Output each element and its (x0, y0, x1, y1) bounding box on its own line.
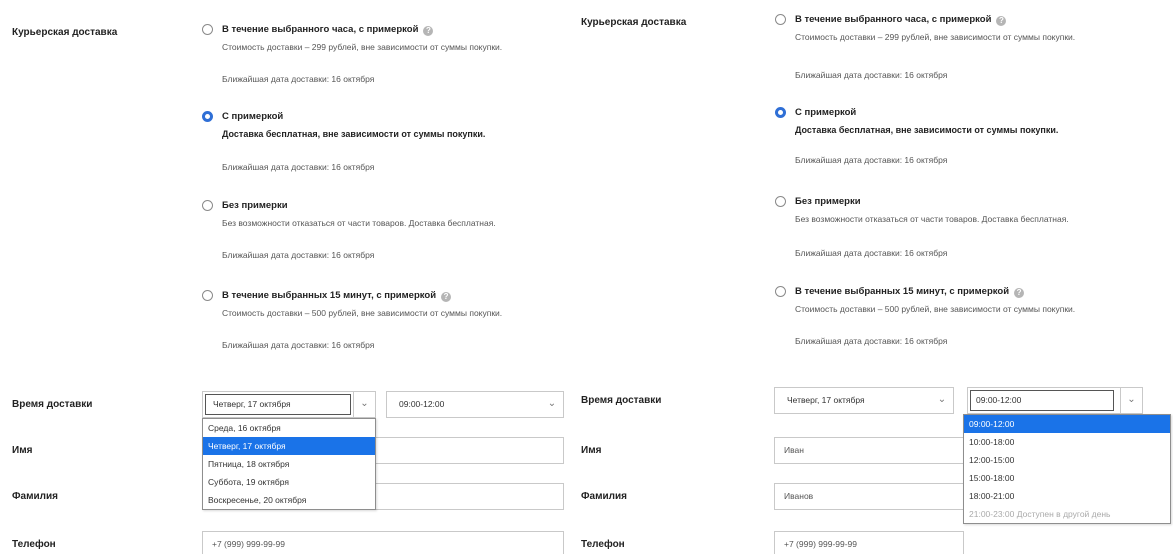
delivery-option[interactable]: С примеркой Доставка бесплатная, вне зав… (775, 107, 1125, 177)
dropdown-option-selected[interactable]: Четверг, 17 октября (203, 437, 375, 455)
surname-field[interactable]: Иванов (774, 483, 964, 510)
info-circle-icon[interactable]: ? (441, 292, 452, 302)
option-title: В течение выбранных 15 минут, с примерко… (222, 290, 437, 301)
delivery-time-label: Время доставки (581, 395, 662, 406)
radio-button[interactable] (775, 196, 786, 207)
name-label: Имя (12, 445, 33, 456)
option-title: С примеркой (795, 107, 857, 118)
option-description: Стоимость доставки – 299 рублей, вне зав… (222, 42, 503, 52)
delivery-option[interactable]: В течение выбранных 15 минут, с примерко… (775, 286, 1125, 356)
surname-label: Фамилия (581, 491, 627, 502)
time-dropdown-list: 09:00-12:00 10:00-18:00 12:00-15:00 15:0… (963, 414, 1171, 524)
select-value: Четверг, 17 октября (787, 395, 865, 405)
dropdown-option[interactable]: Суббота, 19 октября (203, 473, 375, 491)
option-nearest-date: Ближайшая дата доставки: 16 октября (795, 248, 948, 258)
delivery-option[interactable]: С примеркой Доставка бесплатная, вне зав… (202, 111, 552, 181)
dropdown-option[interactable]: 18:00-21:00 (964, 487, 1170, 505)
option-nearest-date: Ближайшая дата доставки: 16 октября (222, 340, 375, 350)
dropdown-option[interactable]: 10:00-18:00 (964, 433, 1170, 451)
radio-button[interactable] (775, 286, 786, 297)
name-field[interactable]: Иван (774, 437, 964, 464)
courier-delivery-label: Курьерская доставка (581, 17, 687, 28)
radio-button-checked[interactable] (775, 107, 786, 118)
info-circle-icon[interactable]: ? (423, 26, 434, 36)
radio-button[interactable] (202, 24, 213, 35)
option-title: В течение выбранных 15 минут, с примерко… (795, 286, 1010, 297)
select-value: Четверг, 17 октября (213, 399, 291, 409)
option-title: В течение выбранного часа, с примеркой (222, 24, 419, 35)
option-title: Без примерки (795, 196, 861, 207)
delivery-option[interactable]: В течение выбранного часа, с примеркой? … (202, 24, 552, 96)
radio-button-checked[interactable] (202, 111, 213, 122)
option-title: В течение выбранного часа, с примеркой (795, 14, 992, 25)
chevron-down-icon[interactable]: ⌄ (353, 392, 375, 417)
dropdown-option[interactable]: 12:00-15:00 (964, 451, 1170, 469)
select-value: 09:00-12:00 (976, 395, 1022, 405)
phone-field[interactable]: +7 (999) 999-99-99 (202, 531, 564, 554)
option-nearest-date: Ближайшая дата доставки: 16 октября (795, 70, 948, 80)
surname-label: Фамилия (12, 491, 58, 502)
option-nearest-date: Ближайшая дата доставки: 16 октября (795, 155, 948, 165)
option-nearest-date: Ближайшая дата доставки: 16 октября (795, 336, 948, 346)
phone-label: Телефон (581, 539, 625, 550)
phone-value: +7 (999) 999-99-99 (784, 539, 858, 549)
option-nearest-date: Ближайшая дата доставки: 16 октября (222, 162, 375, 172)
option-description: Стоимость доставки – 299 рублей, вне зав… (795, 32, 1076, 42)
option-description: Без возможности отказаться от части това… (795, 214, 1069, 224)
delivery-option[interactable]: В течение выбранного часа, с примеркой? … (775, 14, 1125, 86)
phone-label: Телефон (12, 539, 56, 550)
option-title: Без примерки (222, 200, 288, 211)
delivery-time-select[interactable]: 09:00-12:00 ⌄ (386, 391, 564, 418)
delivery-date-select[interactable]: Четверг, 17 октября ⌄ (774, 387, 954, 414)
radio-button[interactable] (775, 14, 786, 25)
option-title: С примеркой (222, 111, 284, 122)
name-label: Имя (581, 445, 602, 456)
delivery-time-label: Время доставки (12, 399, 93, 410)
phone-field[interactable]: +7 (999) 999-99-99 (774, 531, 964, 554)
chevron-down-icon[interactable]: ⌄ (1120, 388, 1142, 413)
radio-button[interactable] (202, 290, 213, 301)
dropdown-option[interactable]: Пятница, 18 октября (203, 455, 375, 473)
delivery-option[interactable]: Без примерки Без возможности отказаться … (775, 196, 1125, 266)
option-description: Стоимость доставки – 500 рублей, вне зав… (222, 308, 503, 318)
radio-button[interactable] (202, 200, 213, 211)
courier-delivery-label: Курьерская доставка (12, 27, 118, 38)
info-circle-icon[interactable]: ? (1014, 288, 1025, 298)
dropdown-option[interactable]: Воскресенье, 20 октября (203, 491, 375, 509)
delivery-form-left: Курьерская доставка В течение выбранного… (0, 0, 586, 554)
delivery-time-select[interactable]: 09:00-12:00 ⌄ (967, 387, 1143, 414)
option-description: Доставка бесплатная, вне зависимости от … (795, 125, 1059, 135)
option-description: Доставка бесплатная, вне зависимости от … (222, 129, 486, 139)
dropdown-option-selected[interactable]: 09:00-12:00 (964, 415, 1170, 433)
option-nearest-date: Ближайшая дата доставки: 16 октября (222, 74, 375, 84)
option-description: Без возможности отказаться от части това… (222, 218, 496, 228)
chevron-down-icon[interactable]: ⌄ (931, 388, 953, 413)
select-value: 09:00-12:00 (399, 399, 445, 409)
chevron-down-icon[interactable]: ⌄ (541, 392, 563, 417)
dropdown-option[interactable]: Среда, 16 октября (203, 419, 375, 437)
info-circle-icon[interactable]: ? (996, 16, 1007, 26)
delivery-form-right: Курьерская доставка В течение выбранного… (573, 0, 1173, 554)
surname-value: Иванов (784, 491, 814, 501)
phone-value: +7 (999) 999-99-99 (212, 539, 286, 549)
delivery-date-select[interactable]: Четверг, 17 октября ⌄ (202, 391, 376, 418)
delivery-option[interactable]: В течение выбранных 15 минут, с примерко… (202, 290, 552, 360)
dropdown-option-disabled: 21:00-23:00 Доступен в другой день (969, 509, 1111, 519)
date-dropdown-list: Среда, 16 октября Четверг, 17 октября Пя… (202, 418, 376, 510)
dropdown-option[interactable]: 15:00-18:00 (964, 469, 1170, 487)
delivery-option[interactable]: Без примерки Без возможности отказаться … (202, 200, 552, 270)
option-nearest-date: Ближайшая дата доставки: 16 октября (222, 250, 375, 260)
option-description: Стоимость доставки – 500 рублей, вне зав… (795, 304, 1076, 314)
name-value: Иван (784, 445, 804, 455)
